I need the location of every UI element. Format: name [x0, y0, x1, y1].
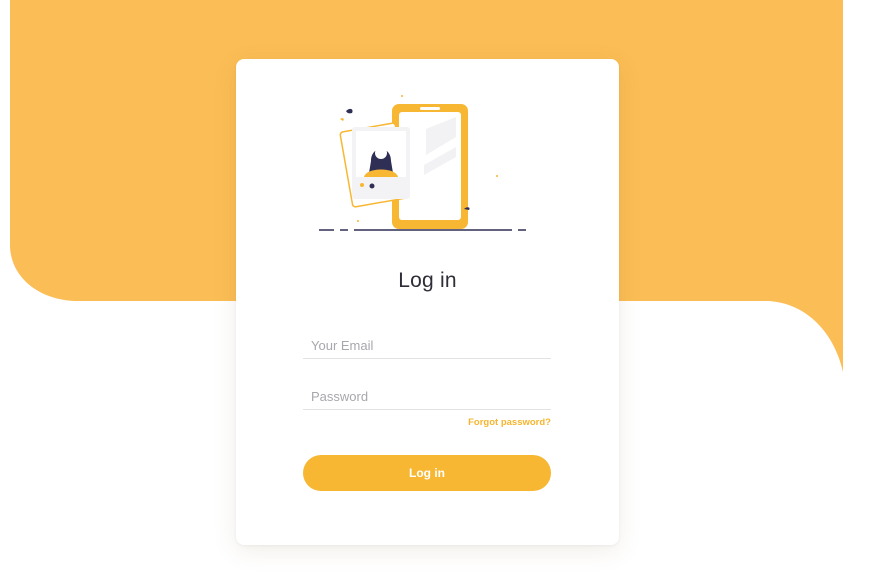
login-card: Log in Forgot password? Log in [236, 59, 619, 545]
forgot-password-link[interactable]: Forgot password? [468, 417, 551, 428]
login-button[interactable]: Log in [303, 455, 551, 491]
email-input[interactable] [303, 333, 551, 359]
login-title: Log in [398, 269, 457, 292]
phone-profile-illustration-icon [319, 95, 526, 231]
password-input[interactable] [303, 384, 551, 410]
